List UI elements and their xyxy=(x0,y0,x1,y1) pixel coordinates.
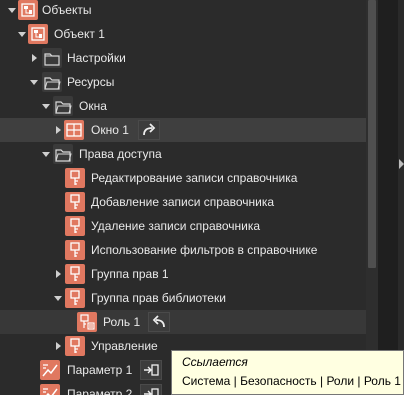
window-grid-icon xyxy=(64,120,84,140)
key-icon xyxy=(65,192,85,212)
tree-item-label: Параметр 2 xyxy=(67,387,133,395)
chevron-down-icon[interactable] xyxy=(28,70,40,94)
expand-panel-icon[interactable] xyxy=(399,159,404,169)
tree-item-label: Роль 1 xyxy=(103,315,141,329)
tree-item-label: Настройки xyxy=(67,51,126,65)
folder-icon xyxy=(42,48,62,68)
scrollbar-thumb[interactable] xyxy=(368,0,376,268)
tree-item-label: Группа прав библиотеки xyxy=(91,291,226,305)
chevron-down-icon[interactable] xyxy=(52,286,64,310)
key-icon xyxy=(65,168,85,188)
panel-splitter[interactable] xyxy=(398,0,404,395)
return-arrow-icon xyxy=(152,315,165,328)
key-icon xyxy=(65,336,85,356)
key-icon xyxy=(65,264,85,284)
object-tree: Объекты Объект 1 Настройки Ресурсы Окна xyxy=(0,0,366,395)
chevron-down-icon[interactable] xyxy=(6,0,18,22)
tree-item-label: Окно 1 xyxy=(91,123,129,137)
chevron-right-icon[interactable] xyxy=(52,262,64,286)
object-group-icon xyxy=(28,24,48,44)
forward-arrow-icon xyxy=(143,123,156,136)
chevron-down-icon[interactable] xyxy=(16,22,28,46)
chevron-right-icon[interactable] xyxy=(52,118,64,142)
chevron-down-icon[interactable] xyxy=(40,142,52,166)
folder-open-icon xyxy=(53,96,73,116)
tree-item-label: Редактирование записи справочника xyxy=(91,171,298,185)
tree-item-right[interactable]: Использование фильтров в справочнике xyxy=(0,238,366,262)
tree-item-objects[interactable]: Объекты xyxy=(0,0,366,22)
tree-item-label: Права доступа xyxy=(79,147,162,161)
tree-item-label: Ресурсы xyxy=(67,75,115,89)
tree-item-right[interactable]: Редактирование записи справочника xyxy=(0,166,366,190)
folder-open-icon xyxy=(42,72,62,92)
link-node-icon xyxy=(144,364,159,376)
tree-item-label: Использование фильтров в справочнике xyxy=(91,243,318,257)
tree-item-right[interactable]: Добавление записи справочника xyxy=(0,190,366,214)
tree-item-role-1[interactable]: Роль 1 xyxy=(0,310,366,334)
object-group-icon xyxy=(18,0,38,20)
tree-item-object-1[interactable]: Объект 1 xyxy=(0,22,366,46)
parameter-link-button[interactable] xyxy=(140,384,162,395)
chevron-right-icon[interactable] xyxy=(52,334,64,358)
go-to-reference-button[interactable] xyxy=(138,120,160,140)
tree-item-label: Объект 1 xyxy=(54,27,105,41)
reference-tooltip: Ссылается Система | Безопасность | Роли … xyxy=(171,350,404,395)
key-icon xyxy=(65,240,85,260)
key-icon xyxy=(65,216,85,236)
tree-item-label: Объекты xyxy=(42,3,92,17)
folder-open-icon xyxy=(53,144,73,164)
chevron-down-icon[interactable] xyxy=(40,94,52,118)
tree-item-rights-group-1[interactable]: Группа прав 1 xyxy=(0,262,366,286)
tree-item-label: Окна xyxy=(79,99,107,113)
tree-item-label: Добавление записи справочника xyxy=(91,195,274,209)
tooltip-path: Система | Безопасность | Роли | Роль 1 xyxy=(182,374,401,388)
tree-item-windows[interactable]: Окна xyxy=(0,94,366,118)
tree-item-label: Управление xyxy=(91,339,158,353)
tooltip-title: Ссылается xyxy=(182,355,248,369)
back-reference-button[interactable] xyxy=(148,312,170,332)
parameter-icon xyxy=(40,360,60,380)
tree-item-access-rights[interactable]: Права доступа xyxy=(0,142,366,166)
link-node-icon xyxy=(144,388,159,395)
tree-item-window-1[interactable]: Окно 1 xyxy=(0,118,366,142)
tree-item-right[interactable]: Удаление записи справочника xyxy=(0,214,366,238)
parameter-icon xyxy=(40,384,60,395)
key-icon xyxy=(65,288,85,308)
tree-item-label: Параметр 1 xyxy=(67,363,133,377)
role-icon xyxy=(77,312,97,332)
tree-item-label: Группа прав 1 xyxy=(91,267,169,281)
tree-item-settings[interactable]: Настройки xyxy=(0,46,366,70)
parameter-link-button[interactable] xyxy=(140,360,162,380)
tree-item-library-rights-group[interactable]: Группа прав библиотеки xyxy=(0,286,366,310)
chevron-right-icon[interactable] xyxy=(28,46,40,70)
tree-item-resources[interactable]: Ресурсы xyxy=(0,70,366,94)
tree-item-label: Удаление записи справочника xyxy=(91,219,261,233)
